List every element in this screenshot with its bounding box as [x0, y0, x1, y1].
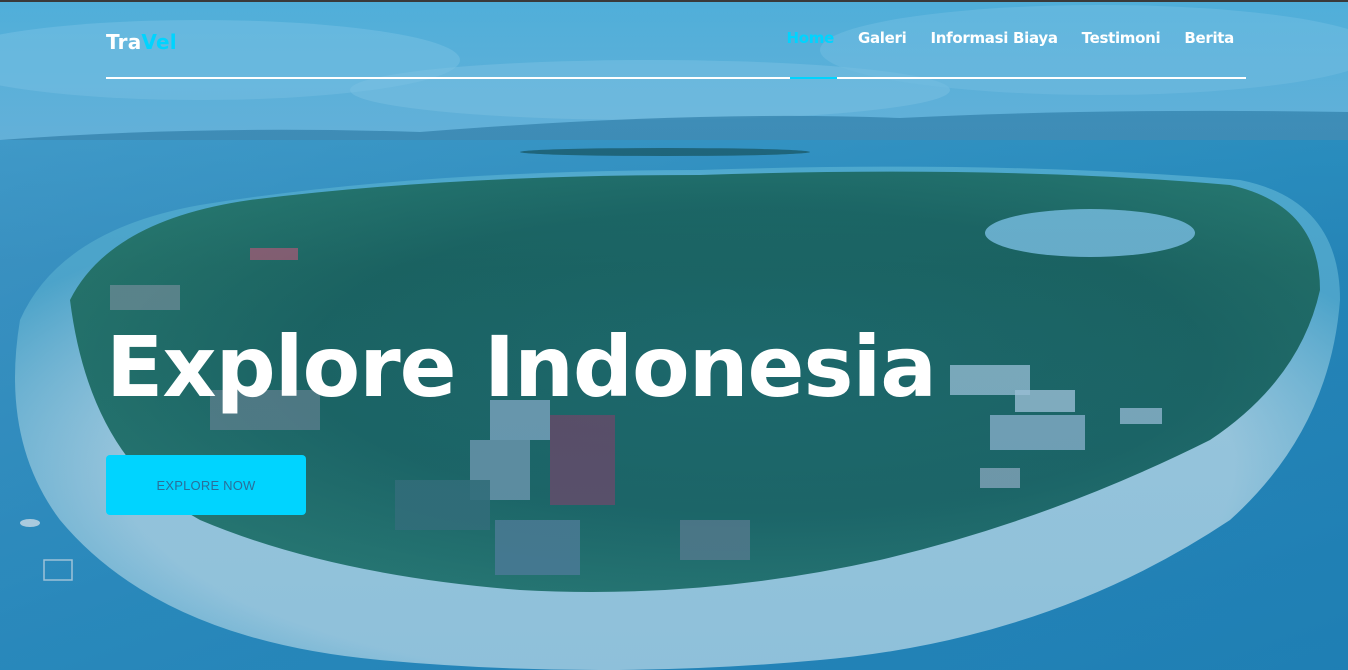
- main-menu: Home Galeri Informasi Biaya Testimoni Be…: [787, 29, 1235, 47]
- logo-text-accent: Vel: [141, 30, 177, 54]
- nav-link-home[interactable]: Home: [787, 29, 835, 47]
- nav-link-informasi-biaya[interactable]: Informasi Biaya: [930, 29, 1057, 47]
- nav-link-galeri[interactable]: Galeri: [858, 29, 907, 47]
- logo-text-white: Tra: [106, 30, 142, 54]
- navbar-divider: [106, 77, 1246, 79]
- nav-link-testimoni[interactable]: Testimoni: [1082, 29, 1161, 47]
- active-nav-indicator: [790, 77, 837, 79]
- nav-link-berita[interactable]: Berita: [1184, 29, 1234, 47]
- navbar: TraVel Home Galeri Informasi Biaya Testi…: [106, 0, 1246, 80]
- brand-logo[interactable]: TraVel: [106, 30, 177, 54]
- hero-headline: Explore Indonesia: [106, 318, 937, 416]
- explore-now-button[interactable]: EXPLORE NOW: [106, 455, 306, 515]
